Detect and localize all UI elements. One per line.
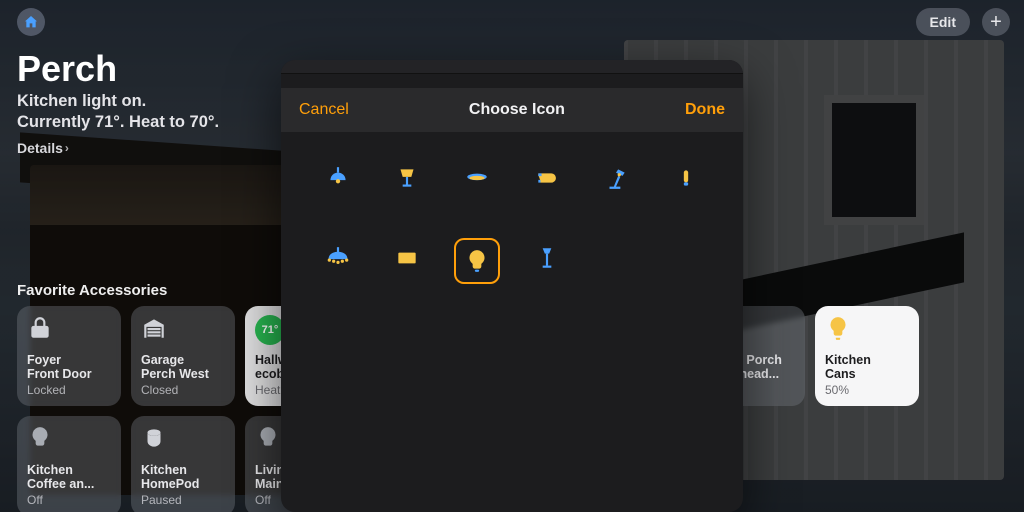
tile-name: Foyer Front Door: [27, 353, 111, 383]
chandelier-icon: [325, 245, 351, 271]
edit-button[interactable]: Edit: [916, 8, 970, 36]
recessed-icon: [464, 165, 490, 191]
plus-icon: +: [990, 12, 1002, 32]
icon-option-small-bulb[interactable]: [656, 158, 716, 198]
icon-option-floor-lamp[interactable]: [517, 238, 577, 278]
icon-grid: [281, 132, 743, 310]
edit-label: Edit: [930, 14, 956, 30]
bulb-icon: [464, 248, 490, 274]
icon-option-lightstrip[interactable]: [517, 158, 577, 198]
done-button[interactable]: Done: [685, 101, 725, 119]
tile-state: Paused: [141, 493, 225, 507]
tile-state: Closed: [141, 383, 225, 397]
panel-icon: [394, 245, 420, 271]
icon-option-pendant[interactable]: [308, 158, 368, 198]
choose-icon-modal: Cancel Choose Icon Done: [281, 60, 743, 512]
icon-option-panel[interactable]: [377, 238, 437, 278]
tile-state: 50%: [825, 383, 909, 397]
modal-header: Cancel Choose Icon Done: [281, 88, 743, 132]
modal-grabber[interactable]: [281, 60, 743, 74]
tile-state: Off: [27, 493, 111, 507]
icon-option-chandelier[interactable]: [308, 238, 368, 278]
tile-name: Kitchen Cans: [825, 353, 909, 383]
lock-icon: [27, 315, 53, 341]
tile-kitchen-homepod[interactable]: Kitchen HomePod Paused: [131, 416, 235, 512]
tile-garage-perch-west[interactable]: Garage Perch West Closed: [131, 306, 235, 406]
tile-foyer-front-door[interactable]: Foyer Front Door Locked: [17, 306, 121, 406]
favorites-heading: Favorite Accessories: [17, 282, 167, 299]
bulb-icon: [27, 425, 53, 451]
icon-option-table-lamp[interactable]: [377, 158, 437, 198]
cancel-button[interactable]: Cancel: [299, 101, 349, 119]
tile-kitchen-cans[interactable]: Kitchen Cans 50%: [815, 306, 919, 406]
status-line-1: Kitchen light on.: [17, 92, 146, 111]
icon-option-bulb[interactable]: [454, 238, 500, 284]
floor-lamp-icon: [534, 245, 560, 271]
chevron-right-icon: ›: [65, 141, 69, 155]
table-lamp-icon: [394, 165, 420, 191]
desk-lamp-icon: [603, 165, 629, 191]
tile-kitchen-coffee[interactable]: Kitchen Coffee an... Off: [17, 416, 121, 512]
tile-name: Kitchen Coffee an...: [27, 463, 111, 493]
small-bulb-icon: [673, 165, 699, 191]
icon-option-desk-lamp[interactable]: [586, 158, 646, 198]
icon-option-recessed[interactable]: [447, 158, 507, 198]
add-button[interactable]: +: [982, 8, 1010, 36]
lightstrip-icon: [534, 165, 560, 191]
bulb-icon: [825, 315, 851, 341]
details-label: Details: [17, 140, 63, 156]
pendant-icon: [325, 165, 351, 191]
tile-name: Kitchen HomePod: [141, 463, 225, 493]
home-name: Perch: [17, 48, 117, 90]
homepod-icon: [141, 425, 167, 451]
home-tab-button[interactable]: [17, 8, 45, 36]
modal-title: Choose Icon: [469, 101, 565, 119]
details-button[interactable]: Details ›: [17, 140, 69, 156]
tile-name: Garage Perch West: [141, 353, 225, 383]
tile-state: Locked: [27, 383, 111, 397]
house-icon: [23, 14, 39, 30]
garage-icon: [141, 315, 167, 341]
status-line-2: Currently 71°. Heat to 70°.: [17, 113, 219, 132]
bulb-icon: [255, 425, 281, 451]
